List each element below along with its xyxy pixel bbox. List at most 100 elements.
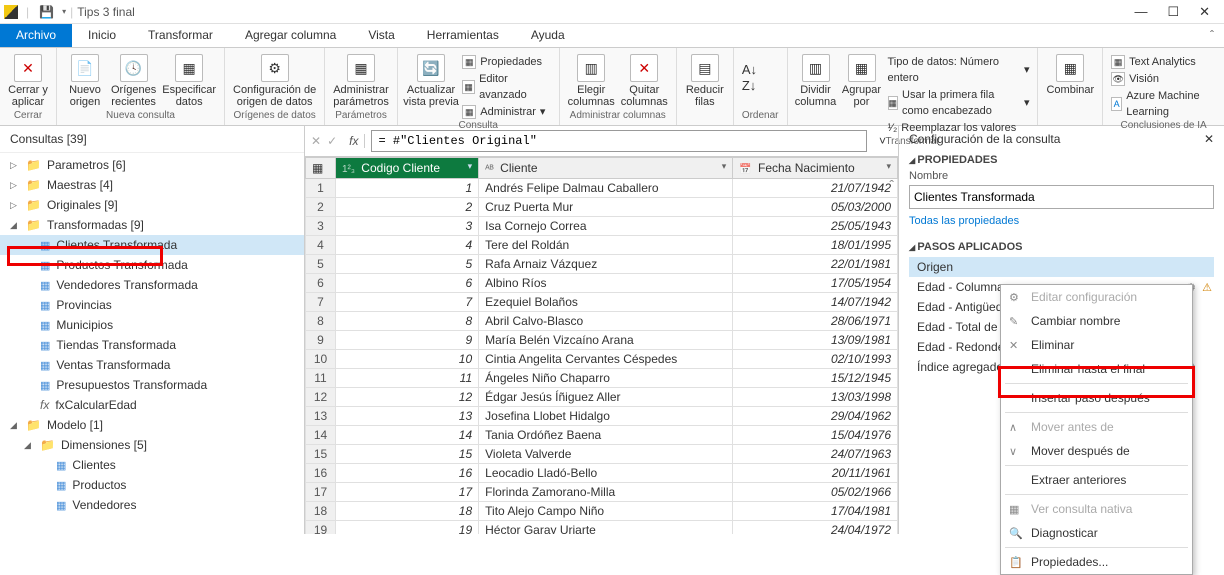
vision-button[interactable]: 👁Visión: [1111, 71, 1216, 87]
accept-formula-icon[interactable]: ✓: [327, 134, 337, 148]
query-name-input[interactable]: [909, 185, 1214, 209]
elegir-columnas-button[interactable]: ▥Elegir columnas: [568, 54, 615, 108]
table-row[interactable]: 1515Violeta Valverde24/07/1963: [306, 445, 898, 464]
menu-item[interactable]: 📋Propiedades...: [1001, 550, 1192, 574]
filter-icon[interactable]: ▾: [722, 161, 727, 172]
ribbon-collapse-icon[interactable]: ˆ: [1200, 24, 1224, 47]
actualizar-vista-button[interactable]: 🔄Actualizar vista previa: [406, 54, 456, 108]
tree-item[interactable]: ▦Clientes: [0, 455, 304, 475]
tab-inicio[interactable]: Inicio: [72, 24, 132, 47]
menu-item[interactable]: Eliminar hasta el final: [1001, 357, 1192, 381]
tree-item[interactable]: ▦Municipios: [0, 315, 304, 335]
menu-item: ⚙Editar configuración: [1001, 285, 1192, 309]
maximize-button[interactable]: ☐: [1167, 4, 1179, 20]
dividir-columna-button[interactable]: ▥Dividir columna: [796, 54, 836, 108]
reducir-filas-button[interactable]: ▤Reducir filas: [685, 54, 725, 108]
close-button[interactable]: ✕: [1199, 4, 1210, 20]
cancel-formula-icon[interactable]: ✕: [311, 134, 321, 148]
tree-item[interactable]: ▦Presupuestos Transformada: [0, 375, 304, 395]
applied-step[interactable]: Origen: [909, 257, 1214, 277]
nuevo-origen-button[interactable]: 📄Nuevo origen: [65, 54, 105, 108]
tree-item[interactable]: ◢📁Dimensiones [5]: [0, 435, 304, 455]
table-row[interactable]: 1818Tito Alejo Campo Niño17/04/1981: [306, 502, 898, 521]
tree-item[interactable]: ▦Vendedores Transformada: [0, 275, 304, 295]
tree-item-label: Municipios: [56, 318, 113, 332]
close-settings-icon[interactable]: ✕: [1204, 132, 1214, 146]
quitar-columnas-button[interactable]: ✕Quitar columnas: [621, 54, 668, 108]
all-properties-link[interactable]: Todas las propiedades: [909, 215, 1214, 227]
administrar-parametros-button[interactable]: ▦Administrar parámetros: [333, 54, 389, 108]
menu-item[interactable]: 🔍Diagnosticar: [1001, 521, 1192, 545]
table-row[interactable]: 66Albino Ríos17/05/1954: [306, 274, 898, 293]
table-row[interactable]: 1717Florinda Zamorano-Milla05/02/1966: [306, 483, 898, 502]
sort-desc-icon[interactable]: Z↓: [742, 78, 757, 93]
tree-item[interactable]: fxfxCalcularEdad: [0, 395, 304, 415]
column-header[interactable]: 1²₃ Codigo Cliente▾: [336, 158, 479, 179]
tree-item[interactable]: ▦Vendedores: [0, 495, 304, 515]
especificar-datos-button[interactable]: ▦Especificar datos: [162, 54, 216, 108]
administrar-button[interactable]: ▦Administrar ▾: [462, 104, 550, 120]
tree-item[interactable]: ▦Productos: [0, 475, 304, 495]
menu-item[interactable]: Extraer anteriores: [1001, 468, 1192, 492]
propiedades-button[interactable]: ▦Propiedades: [462, 54, 550, 70]
text-analytics-button[interactable]: ▦Text Analytics: [1111, 54, 1216, 70]
azure-ml-button[interactable]: AAzure Machine Learning: [1111, 88, 1216, 120]
tree-item[interactable]: ▷📁Originales [9]: [0, 195, 304, 215]
column-header[interactable]: ᴬᴮ Cliente▾: [479, 158, 733, 179]
save-icon[interactable]: 💾: [39, 5, 54, 19]
agrupar-por-button[interactable]: ▦Agrupar por: [842, 54, 882, 108]
table-row[interactable]: 1010Cintia Angelita Cervantes Céspedes02…: [306, 350, 898, 369]
table-row[interactable]: 33Isa Cornejo Correa25/05/1943: [306, 217, 898, 236]
minimize-button[interactable]: —: [1134, 4, 1147, 20]
cerrar-aplicar-button[interactable]: ✕Cerrar y aplicar: [8, 54, 48, 108]
expand-formula-icon[interactable]: ˅: [873, 134, 892, 148]
table-row[interactable]: 11Andrés Felipe Dalmau Caballero21/07/19…: [306, 179, 898, 198]
editor-avanzado-button[interactable]: ▦Editor avanzado: [462, 71, 550, 103]
tree-item[interactable]: ▦Clientes Transformada: [0, 235, 304, 255]
table-row[interactable]: 1313Josefina Llobet Hidalgo29/04/1962: [306, 407, 898, 426]
menu-item[interactable]: ✎Cambiar nombre: [1001, 309, 1192, 333]
menu-item[interactable]: Insertar paso después: [1001, 386, 1192, 410]
tree-item[interactable]: ▦Productos Transformada: [0, 255, 304, 275]
column-header[interactable]: 📅 Fecha Nacimiento▾: [733, 158, 898, 179]
origenes-recientes-button[interactable]: 🕓Orígenes recientes: [111, 54, 156, 108]
menu-item[interactable]: ✕Eliminar: [1001, 333, 1192, 357]
tree-item[interactable]: ▦Tiendas Transformada: [0, 335, 304, 355]
table-row[interactable]: 88Abril Calvo-Blasco28/06/1971: [306, 312, 898, 331]
grid-wrapper[interactable]: ▦1²₃ Codigo Cliente▾ᴬᴮ Cliente▾📅 Fecha N…: [305, 157, 898, 534]
filter-icon[interactable]: ▾: [468, 161, 473, 172]
table-row[interactable]: 55Rafa Arnaiz Vázquez22/01/1981: [306, 255, 898, 274]
table-row[interactable]: 1616Leocadio Lladó-Bello20/11/1961: [306, 464, 898, 483]
dropdown-icon[interactable]: ▾: [62, 7, 66, 16]
table-row[interactable]: 1919Héctor Garay Uriarte24/04/1972: [306, 521, 898, 535]
tab-agregar-columna[interactable]: Agregar columna: [229, 24, 352, 47]
table-row[interactable]: 1212Édgar Jesús Íñiguez Aller13/03/1998: [306, 388, 898, 407]
tree-item[interactable]: ◢📁Modelo [1]: [0, 415, 304, 435]
filter-icon[interactable]: ▾: [886, 161, 891, 172]
sort-asc-icon[interactable]: A↓: [742, 62, 757, 77]
table-row[interactable]: 44Tere del Roldán18/01/1995: [306, 236, 898, 255]
tree-item[interactable]: ▷📁Maestras [4]: [0, 175, 304, 195]
combinar-button[interactable]: ▦Combinar: [1046, 54, 1094, 96]
tree-item-label: Vendedores: [72, 498, 136, 512]
tab-ayuda[interactable]: Ayuda: [515, 24, 581, 47]
table-row[interactable]: 22Cruz Puerta Mur05/03/2000: [306, 198, 898, 217]
table-row[interactable]: 1111Ángeles Niño Chaparro15/12/1945: [306, 369, 898, 388]
tab-vista[interactable]: Vista: [352, 24, 410, 47]
table-row[interactable]: 77Ezequiel Bolaños14/07/1942: [306, 293, 898, 312]
tab-archivo[interactable]: Archivo: [0, 24, 72, 47]
tab-transformar[interactable]: Transformar: [132, 24, 229, 47]
table-row[interactable]: 99María Belén Vizcaíno Arana13/09/1981: [306, 331, 898, 350]
tree-item[interactable]: ▦Provincias: [0, 295, 304, 315]
tab-herramientas[interactable]: Herramientas: [411, 24, 515, 47]
menu-item[interactable]: ∨Mover después de: [1001, 439, 1192, 463]
primera-fila-encabezado-button[interactable]: ▦Usar la primera fila como encabezado ▾: [888, 87, 1030, 119]
config-origen-button[interactable]: ⚙Configuración de origen de datos: [233, 54, 316, 108]
scroll-up-icon[interactable]: ˆ: [889, 177, 894, 193]
table-row[interactable]: 1414Tania Ordóñez Baena15/04/1976: [306, 426, 898, 445]
formula-input[interactable]: [371, 130, 867, 152]
tree-item[interactable]: ◢📁Transformadas [9]: [0, 215, 304, 235]
tipo-datos-button[interactable]: Tipo de datos: Número entero ▾: [888, 54, 1030, 86]
tree-item[interactable]: ▷📁Parametros [6]: [0, 155, 304, 175]
tree-item[interactable]: ▦Ventas Transformada: [0, 355, 304, 375]
